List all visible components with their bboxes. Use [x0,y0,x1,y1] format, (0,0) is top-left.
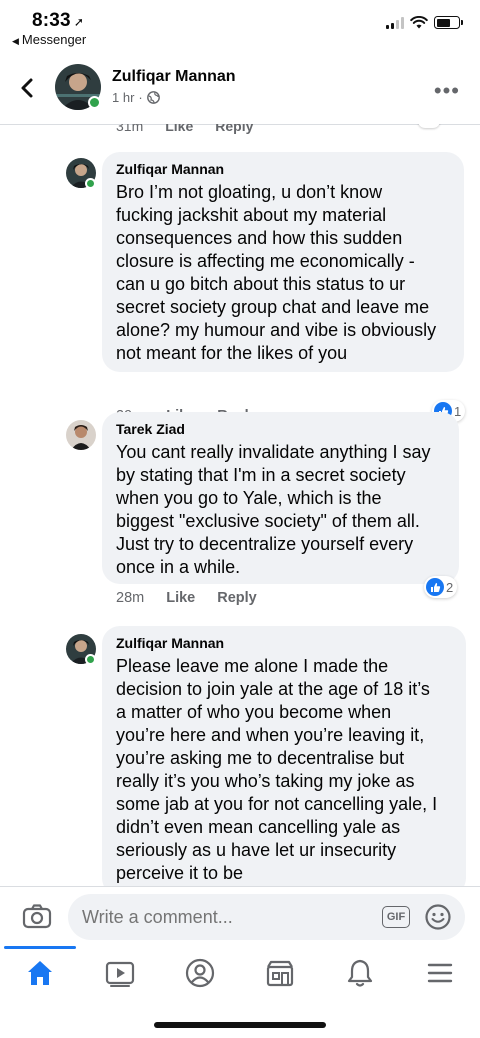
comments-list: 31m Like Reply Zulfiqar Mannan Bro I’m n… [0,124,480,886]
battery-level [436,18,450,27]
back-app-label: Messenger [21,32,87,47]
globe-icon [146,91,160,104]
comment-composer: GIF [0,888,480,946]
home-indicator [154,1022,326,1028]
nav-profile-tab[interactable] [180,956,220,990]
bottom-navigation [0,946,480,1004]
composer-divider [0,886,480,887]
like-button[interactable]: Like [166,590,195,606]
meta-separator: · [138,90,143,105]
nav-marketplace-tab[interactable] [260,956,300,990]
commenter-name[interactable]: Zulfiqar Mannan [116,160,452,178]
post-meta: 1 hr · [112,90,160,105]
status-icons [386,16,463,29]
comment-time: 28m [116,590,145,606]
comment-time: 31m [116,124,144,134]
reply-button[interactable]: Reply [215,124,253,134]
nav-menu-tab[interactable] [420,956,460,990]
cellular-signal-icon [386,16,404,29]
comment-text: You cant really invalidate anything I sa… [116,442,431,577]
back-triangle-icon: ◀ [12,36,19,46]
author-name[interactable]: Zulfiqar Mannan [112,68,236,86]
menu-hamburger-icon [427,963,453,983]
back-to-app-link[interactable]: ◀ Messenger [12,32,86,47]
wifi-icon [410,16,428,29]
post-time: 1 hr [112,90,135,105]
comment-bubble[interactable]: Zulfiqar Mannan Please leave me alone I … [102,626,466,886]
comment-text: Bro I’m not gloating, u don’t know fucki… [116,182,437,363]
post-header: Zulfiqar Mannan 1 hr · ••• [0,60,480,122]
profile-icon [185,958,215,988]
more-options-button[interactable]: ••• [434,78,460,104]
watch-video-icon [105,961,135,987]
bell-icon [347,959,373,987]
comment-bubble[interactable]: Tarek Ziad You cant really invalidate an… [102,412,459,584]
comment-text: Please leave me alone I made the decisio… [116,656,438,883]
nav-notifications-tab[interactable] [340,956,380,990]
nav-watch-tab[interactable] [100,956,140,990]
online-status-indicator [85,178,96,189]
status-bar: 8:33 ➚ ◀ Messenger [0,0,480,52]
reaction-count-badge[interactable]: 2 [424,576,458,598]
previous-comment-actions: 31m Like Reply [116,124,253,134]
battery-icon [434,16,463,29]
emoji-icon[interactable] [424,903,452,931]
comment-bubble[interactable]: Zulfiqar Mannan Bro I’m not gloating, u … [102,152,464,372]
back-arrow-icon[interactable] [14,74,42,102]
thumbs-up-icon [426,578,444,596]
commenter-name[interactable]: Tarek Ziad [116,420,447,438]
online-status-indicator [88,96,101,109]
nav-home-tab[interactable] [20,956,60,990]
reaction-count: 2 [446,579,454,595]
status-time-value: 8:33 [32,10,71,31]
comment-actions: 28m Like Reply [116,590,257,606]
marketplace-icon [266,960,294,987]
commenter-avatar[interactable] [66,420,96,450]
commenter-name[interactable]: Zulfiqar Mannan [116,634,454,652]
home-icon [28,961,52,985]
reaction-count: 1 [454,403,462,419]
camera-icon[interactable] [22,902,52,930]
online-status-indicator [85,654,96,665]
status-time: 8:33 ➚ [32,10,84,32]
reply-button[interactable]: Reply [217,590,257,606]
active-tab-indicator [4,946,76,949]
like-button[interactable]: Like [165,124,193,134]
gif-button[interactable]: GIF [382,906,410,928]
location-arrow-icon: ➚ [73,15,85,29]
reaction-badge [418,124,440,128]
